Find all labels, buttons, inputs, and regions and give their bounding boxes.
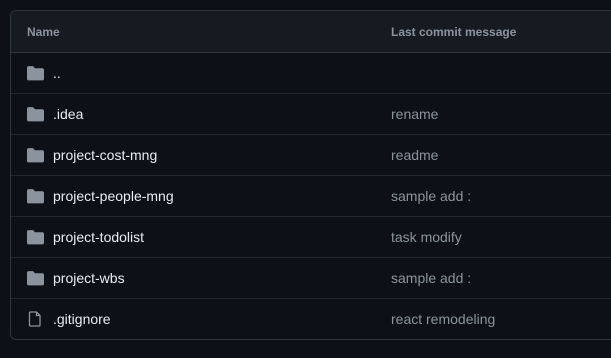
commit-message-column-header: Last commit message [391,25,517,39]
file-table: Name Last commit message .. .idea rename… [10,10,611,340]
table-header: Name Last commit message [11,11,611,53]
folder-name-link[interactable]: project-cost-mng [53,135,157,176]
folder-icon [27,230,44,245]
table-row-project-wbs[interactable]: project-wbs sample add : [11,258,611,299]
commit-message-link[interactable]: sample add : [391,258,471,299]
table-row-gitignore[interactable]: .gitignore react remodeling [11,299,611,339]
name-column-header: Name [27,25,60,39]
folder-name-link[interactable]: .idea [53,94,83,135]
table-row-idea[interactable]: .idea rename [11,94,611,135]
folder-icon [27,107,44,122]
folder-icon [27,148,44,163]
commit-message-link[interactable]: react remodeling [391,299,495,339]
table-row-parent-directory[interactable]: .. [11,53,611,94]
folder-icon [27,189,44,204]
file-icon [28,311,41,327]
commit-message-link[interactable]: sample add : [391,176,471,217]
file-name-link[interactable]: .gitignore [53,299,111,339]
table-row-project-todolist[interactable]: project-todolist task modify [11,217,611,258]
folder-icon [27,66,44,81]
folder-icon [27,271,44,286]
commit-message-link[interactable]: rename [391,94,438,135]
folder-name-link[interactable]: project-people-mng [53,176,174,217]
folder-name-link[interactable]: project-wbs [53,258,125,299]
folder-name-link[interactable]: project-todolist [53,217,144,258]
table-row-project-people-mng[interactable]: project-people-mng sample add : [11,176,611,217]
table-row-project-cost-mng[interactable]: project-cost-mng readme [11,135,611,176]
commit-message-link[interactable]: task modify [391,217,462,258]
commit-message-link[interactable]: readme [391,135,438,176]
parent-directory-link[interactable]: .. [53,53,61,94]
